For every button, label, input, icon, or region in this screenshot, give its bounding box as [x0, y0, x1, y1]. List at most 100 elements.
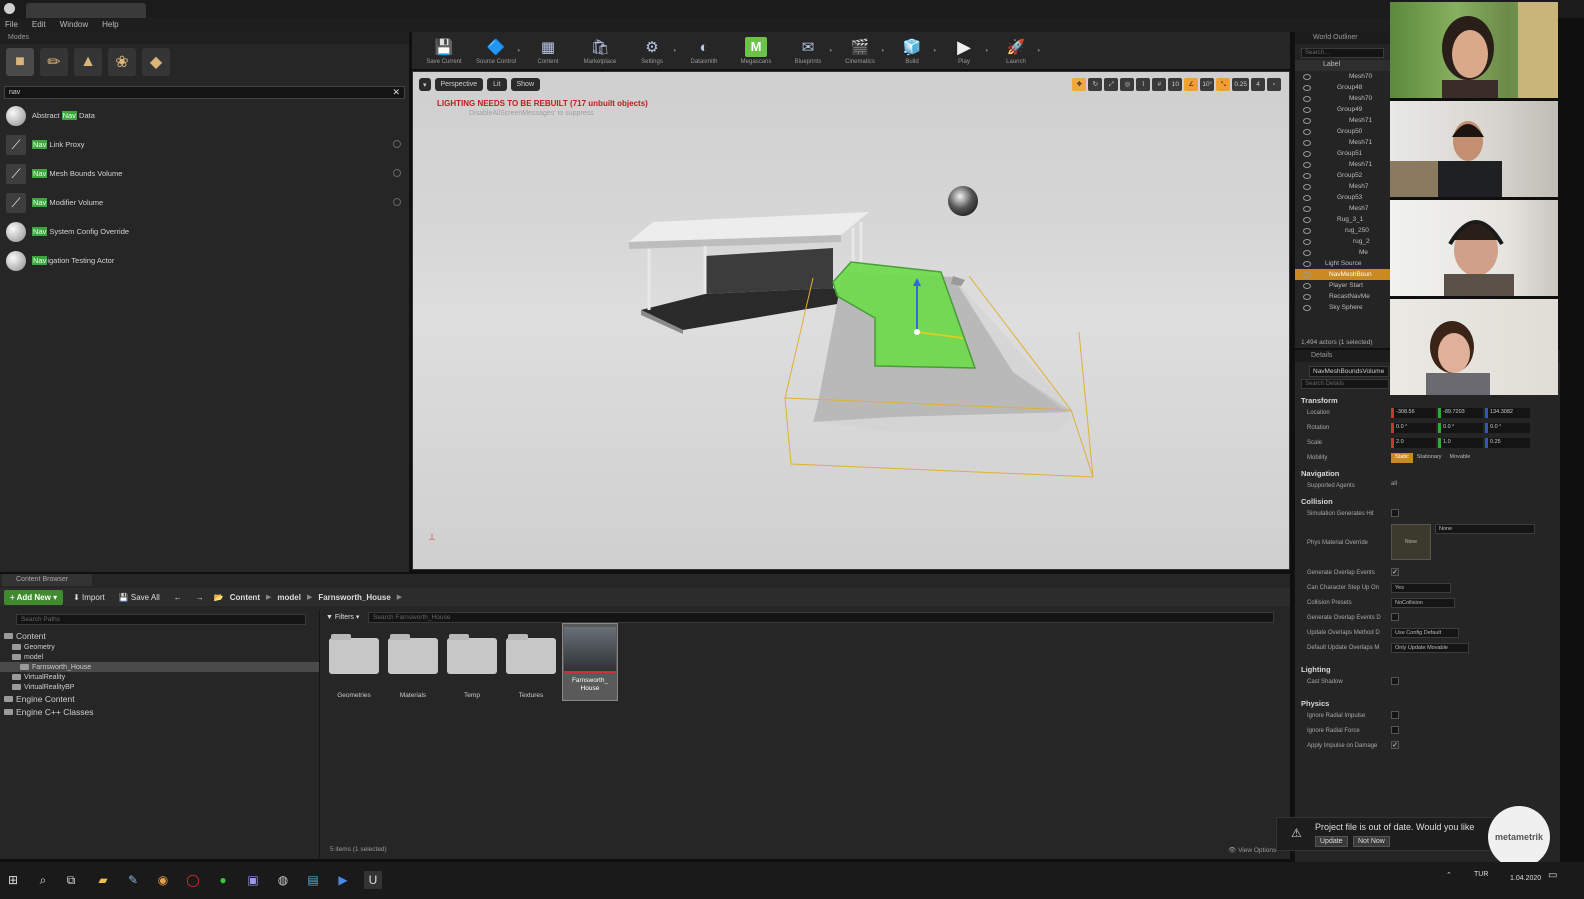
menu-help[interactable]: Help — [102, 18, 118, 32]
outliner-row[interactable]: Group52 — [1295, 170, 1390, 181]
breadcrumb-content[interactable]: Content — [230, 593, 260, 602]
actor-name-field[interactable]: NavMeshBoundsVolume — [1309, 366, 1389, 377]
visibility-eye-icon[interactable] — [1303, 260, 1311, 267]
rotation-snap-value[interactable]: 10° — [1200, 78, 1215, 91]
visibility-eye-icon[interactable] — [1303, 84, 1311, 91]
forward-arrow-icon[interactable]: → — [192, 590, 208, 605]
outliner-row[interactable]: rug_250 — [1295, 225, 1390, 236]
asset-folder[interactable]: Textures — [503, 632, 559, 699]
place-actor-item[interactable]: ⟋ Nav Link Proxy — [0, 130, 409, 159]
content-button[interactable]: ▦ Content — [522, 32, 574, 70]
visibility-eye-icon[interactable] — [1303, 271, 1311, 278]
notifications-icon[interactable]: ▭ — [1548, 870, 1557, 881]
search-icon[interactable]: ⌕ — [34, 871, 52, 889]
world-space-icon[interactable]: ◎ — [1120, 78, 1135, 91]
dropdown-arrow-icon[interactable]: ▾ — [673, 48, 676, 54]
lit-button[interactable]: Lit — [487, 78, 507, 91]
cinematics-button[interactable]: 🎬 Cinematics ▾ — [834, 32, 886, 70]
landscape-mode-button[interactable]: ▲ — [74, 48, 102, 76]
folder-tree-item[interactable]: Engine C++ Classes — [0, 705, 319, 718]
visibility-eye-icon[interactable] — [1303, 150, 1311, 157]
navigation-section[interactable]: Navigation — [1295, 466, 1560, 479]
sky-sphere-reflection-icon[interactable] — [948, 186, 978, 216]
opera-icon[interactable]: ◯ — [184, 871, 202, 889]
unreal-engine-taskbar-icon[interactable]: U — [364, 871, 382, 889]
outliner-row[interactable]: Mesh71 — [1295, 137, 1390, 148]
zoom-icon[interactable]: ▶ — [334, 871, 352, 889]
collision-section[interactable]: Collision — [1295, 494, 1560, 507]
source-control-button[interactable]: 🔷 Source Control ▾ — [470, 32, 522, 70]
build-button[interactable]: 🧊 Build ▾ — [886, 32, 938, 70]
outliner-row[interactable]: rug_2 — [1295, 236, 1390, 247]
folder-tree-item[interactable]: Geometry — [0, 642, 319, 652]
details-search-input[interactable]: Search Details — [1301, 379, 1389, 389]
default-update-dropdown[interactable]: Only Update Movable — [1391, 643, 1469, 653]
breadcrumb-farnsworth[interactable]: Farnsworth_House — [318, 593, 390, 602]
view-options-button[interactable]: 👁 View Options — [1228, 846, 1276, 854]
outliner-row[interactable]: Sky Sphere — [1295, 302, 1390, 313]
level-viewport[interactable]: ▾ Perspective Lit Show ✥ ↻ ⤢ ◎ ⌇ # 10 ∠ … — [412, 71, 1290, 570]
outliner-row[interactable]: Mesh71 — [1295, 115, 1390, 126]
info-icon[interactable] — [393, 198, 401, 206]
grid-snap-icon[interactable]: # — [1152, 78, 1167, 91]
camera-speed-value[interactable]: 4 — [1251, 78, 1265, 91]
add-new-button[interactable]: + Add New ▾ — [4, 589, 64, 605]
outliner-row[interactable]: Mesh71 — [1295, 159, 1390, 170]
dropdown-arrow-icon[interactable]: ▾ — [1037, 48, 1040, 54]
blueprints-button[interactable]: ✉ Blueprints ▾ — [782, 32, 834, 70]
outliner-row[interactable]: NavMeshBoun — [1295, 269, 1390, 280]
phys-material-dropdown[interactable]: None — [1435, 524, 1535, 534]
asset-folder[interactable]: Geometries — [326, 632, 382, 699]
place-mode-button[interactable]: ■ — [6, 48, 34, 76]
megascans-button[interactable]: M Megascans — [730, 32, 782, 70]
outliner-row[interactable]: Light Source — [1295, 258, 1390, 269]
place-actor-item[interactable]: Navigation Testing Actor — [0, 246, 409, 275]
radial-force-checkbox[interactable] — [1391, 726, 1399, 734]
visibility-eye-icon[interactable] — [1303, 205, 1311, 212]
visibility-eye-icon[interactable] — [1303, 282, 1311, 289]
asset-search-input[interactable]: Search Farnsworth_House — [368, 612, 1274, 623]
collision-presets-dropdown[interactable]: NoCollision — [1391, 598, 1455, 608]
phys-material-thumbnail[interactable]: None — [1391, 524, 1431, 560]
place-actor-item[interactable]: Nav System Config Override — [0, 217, 409, 246]
perspective-button[interactable]: Perspective — [434, 78, 484, 91]
outliner-row[interactable]: Mesh7 — [1295, 203, 1390, 214]
physics-section[interactable]: Physics — [1295, 696, 1560, 709]
not-now-button[interactable]: Not Now — [1353, 836, 1390, 847]
spotify-icon[interactable]: ● — [214, 871, 232, 889]
visibility-eye-icon[interactable] — [1303, 139, 1311, 146]
scale-tool-icon[interactable]: ⤢ — [1104, 78, 1119, 91]
info-icon[interactable] — [393, 169, 401, 177]
mobility-movable-button[interactable]: Movable — [1446, 453, 1475, 463]
asset-folder[interactable]: Materials — [385, 632, 441, 699]
folder-tree-item[interactable]: VirtualReality — [0, 672, 319, 682]
visibility-eye-icon[interactable] — [1303, 73, 1311, 80]
visibility-eye-icon[interactable] — [1303, 95, 1311, 102]
rotation-z-field[interactable]: 0.0 ° — [1485, 423, 1530, 433]
dropdown-arrow-icon[interactable]: ▾ — [881, 48, 884, 54]
path-search-input[interactable]: Search Paths — [16, 614, 306, 625]
rotate-tool-icon[interactable]: ↻ — [1088, 78, 1103, 91]
folder-tree-item[interactable]: model — [0, 652, 319, 662]
task-view-icon[interactable]: ⧉ — [62, 871, 80, 889]
outliner-row[interactable]: Rug_3_1 — [1295, 214, 1390, 225]
play-button[interactable]: ▶ Play ▾ — [938, 32, 990, 70]
surface-snap-icon[interactable]: ⌇ — [1136, 78, 1151, 91]
grid-snap-value[interactable]: 10 — [1168, 78, 1183, 91]
visibility-eye-icon[interactable] — [1303, 128, 1311, 135]
visibility-eye-icon[interactable] — [1303, 293, 1311, 300]
place-actor-item[interactable]: ⟋ Nav Mesh Bounds Volume — [0, 159, 409, 188]
location-y-field[interactable]: -89.7203 — [1438, 408, 1483, 418]
gen-overlap-checkbox[interactable]: ✓ — [1391, 568, 1399, 576]
project-tab[interactable] — [26, 3, 146, 18]
visibility-eye-icon[interactable] — [1303, 216, 1311, 223]
visibility-eye-icon[interactable] — [1303, 106, 1311, 113]
update-method-dropdown[interactable]: Use Config Default — [1391, 628, 1459, 638]
outliner-row[interactable]: Group49 — [1295, 104, 1390, 115]
outliner-search-input[interactable]: Search... — [1301, 48, 1384, 58]
scale-x-field[interactable]: 2.0 — [1391, 438, 1436, 448]
info-icon[interactable] — [393, 140, 401, 148]
visibility-eye-icon[interactable] — [1303, 183, 1311, 190]
filters-button[interactable]: ▼ Filters ▾ — [326, 613, 359, 621]
select-tool-icon[interactable]: ✥ — [1072, 78, 1087, 91]
